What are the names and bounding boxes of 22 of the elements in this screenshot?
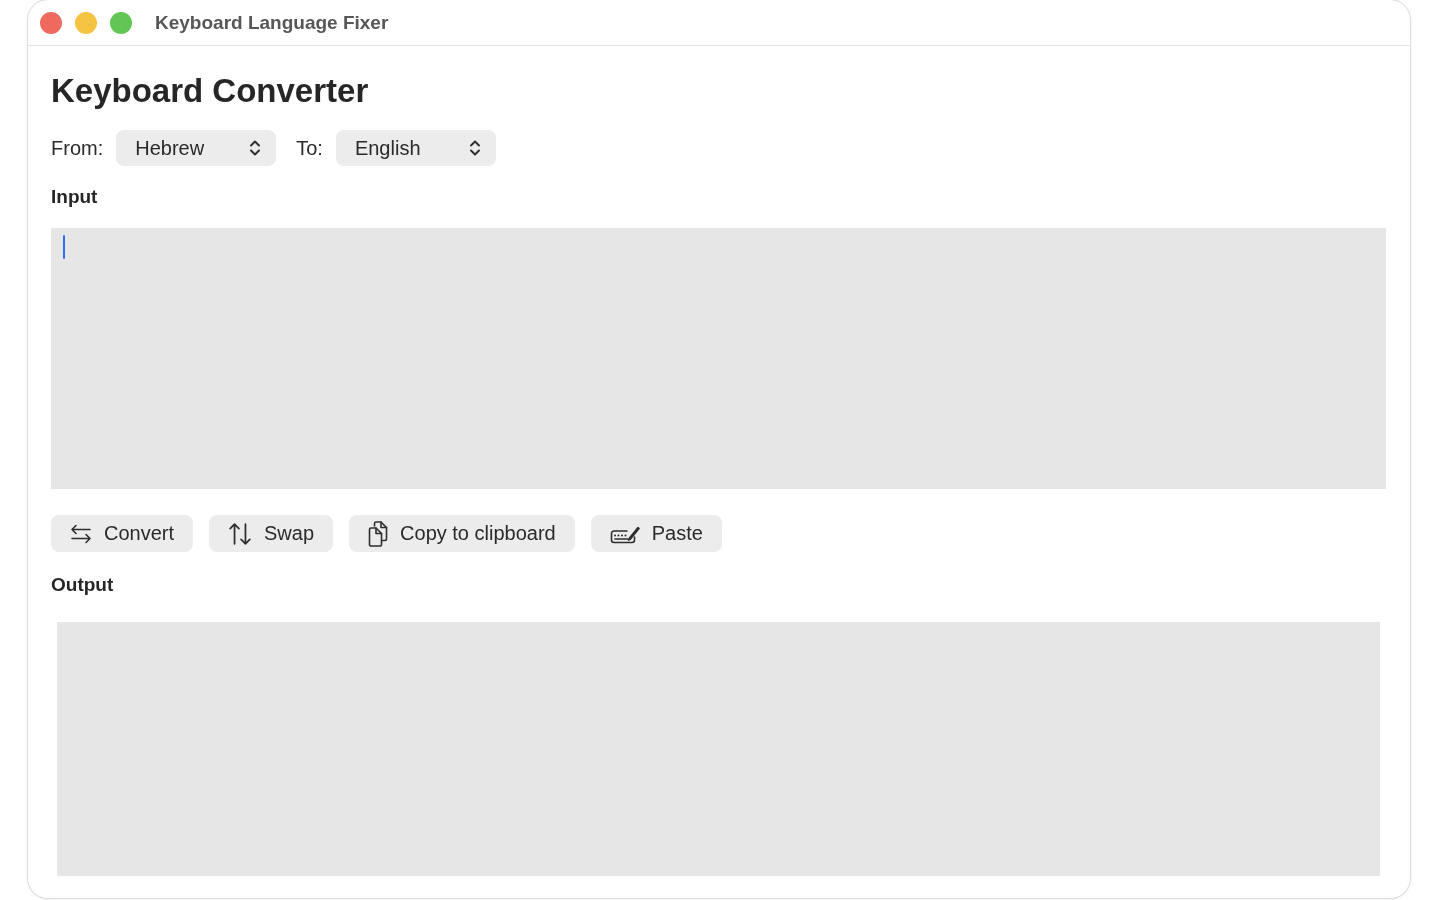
page-heading: Keyboard Converter: [51, 71, 369, 111]
input-field[interactable]: [51, 228, 1386, 489]
language-label: From:: [51, 136, 104, 160]
window-title: Keyboard Language Fixer: [155, 11, 389, 34]
language-label: To:: [296, 136, 323, 160]
copy-button[interactable]: Copy to clipboard: [349, 515, 575, 552]
documents-icon: [368, 520, 389, 547]
paste-button[interactable]: Paste: [590, 515, 722, 552]
output-label: Output: [51, 573, 114, 597]
input-label: Input: [51, 185, 98, 209]
minimize-button[interactable]: [75, 11, 97, 34]
language-popup[interactable]: Hebrew: [116, 130, 277, 166]
chevron-up-down-icon: [468, 139, 481, 157]
zoom-button[interactable]: [110, 11, 132, 34]
output-field[interactable]: [57, 622, 1380, 876]
up-down-arrows-icon: [228, 522, 253, 545]
left-right-arrows-icon: [70, 523, 92, 544]
swap-button[interactable]: Swap: [209, 515, 334, 552]
chevron-up-down-icon: [249, 139, 262, 157]
close-button[interactable]: [40, 11, 62, 34]
language-popup[interactable]: English: [335, 130, 496, 166]
convert-button[interactable]: Convert: [51, 515, 194, 552]
